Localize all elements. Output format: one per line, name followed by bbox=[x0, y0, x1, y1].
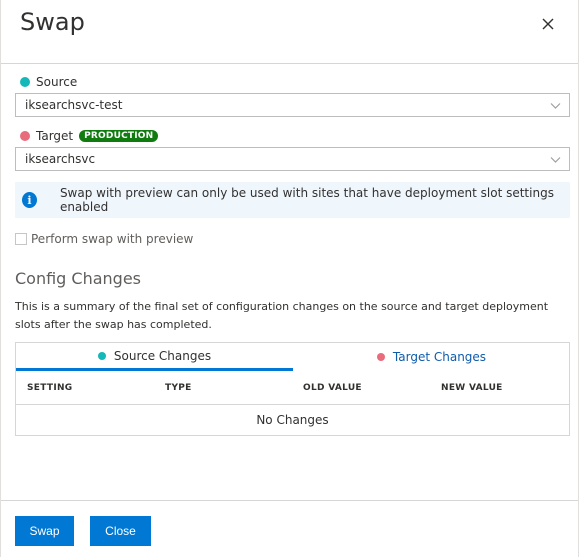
source-slot-value: iksearchsvc-test bbox=[25, 98, 123, 112]
close-button[interactable]: Close bbox=[90, 516, 151, 546]
source-slot-dropdown[interactable]: iksearchsvc-test bbox=[15, 93, 570, 117]
target-dot-icon bbox=[376, 353, 385, 361]
info-text: Swap with preview can only be used with … bbox=[59, 186, 554, 214]
tab-target-changes-label: Target Changes bbox=[392, 350, 487, 364]
changes-panel: Source Changes Target Changes SETTING TY… bbox=[15, 342, 570, 436]
tab-source-changes-label: Source Changes bbox=[113, 348, 212, 363]
column-header-old-value: OLD VALUE bbox=[303, 383, 362, 393]
dialog-header: Swap bbox=[1, 0, 578, 64]
source-label-row: Source bbox=[20, 75, 77, 89]
footer-divider bbox=[1, 500, 578, 501]
perform-swap-preview-row[interactable]: Perform swap with preview bbox=[15, 232, 193, 246]
empty-state-text: No Changes bbox=[256, 413, 329, 427]
source-dot-icon bbox=[20, 77, 30, 87]
target-dot-icon bbox=[20, 131, 30, 141]
chevron-down-icon bbox=[550, 157, 561, 163]
column-header-new-value: NEW VALUE bbox=[441, 383, 503, 393]
perform-swap-preview-label: Perform swap with preview bbox=[31, 232, 194, 246]
config-changes-summary: This is a summary of the final set of co… bbox=[15, 300, 549, 331]
info-message-bar: i Swap with preview can only be used wit… bbox=[15, 182, 570, 218]
target-label: Target bbox=[36, 129, 74, 143]
perform-swap-preview-checkbox[interactable] bbox=[15, 233, 27, 245]
column-header-setting: SETTING bbox=[27, 383, 73, 393]
swap-dialog: Swap Source iksearchsvc-test Target PROD… bbox=[0, 0, 579, 557]
production-badge: PRODUCTION bbox=[79, 130, 159, 142]
target-slot-dropdown[interactable]: iksearchsvc bbox=[15, 147, 570, 171]
chevron-down-icon bbox=[550, 103, 561, 109]
dialog-title: Swap bbox=[20, 8, 85, 36]
tab-target-changes[interactable]: Target Changes bbox=[293, 343, 570, 371]
source-label: Source bbox=[36, 75, 78, 89]
target-slot-value: iksearchsvc bbox=[25, 152, 96, 166]
source-dot-icon bbox=[97, 351, 106, 360]
swap-button[interactable]: Swap bbox=[15, 516, 74, 546]
table-divider bbox=[16, 404, 569, 405]
column-header-type: TYPE bbox=[165, 383, 192, 393]
info-icon: i bbox=[22, 192, 37, 208]
target-label-row: Target PRODUCTION bbox=[20, 129, 159, 143]
config-changes-title: Config Changes bbox=[15, 269, 142, 288]
close-icon[interactable] bbox=[536, 12, 560, 36]
tab-source-changes[interactable]: Source Changes bbox=[16, 343, 293, 371]
